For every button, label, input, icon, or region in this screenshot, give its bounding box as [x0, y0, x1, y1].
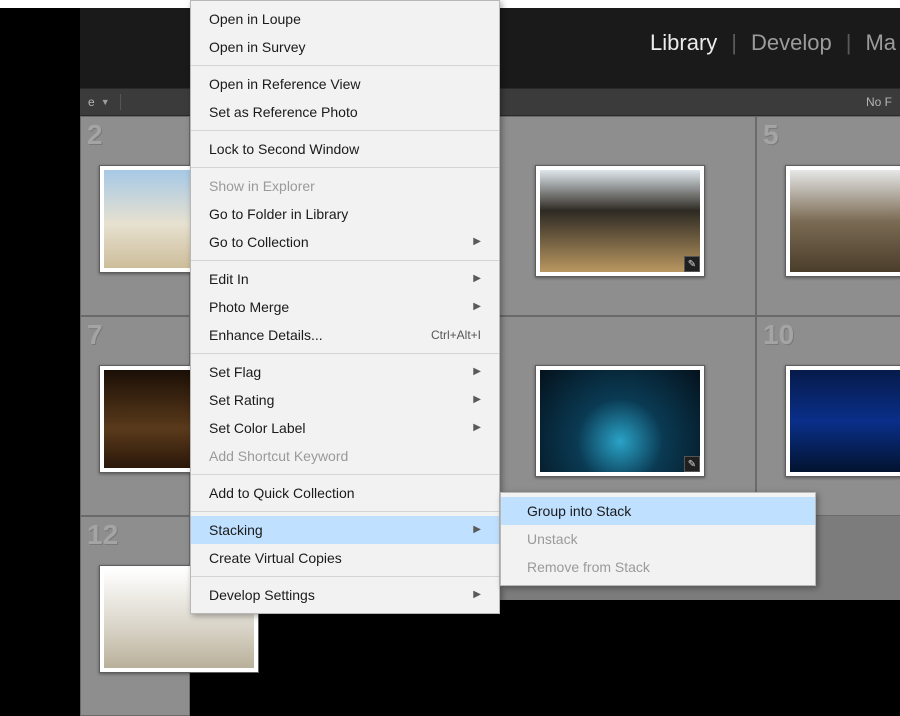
menu-item-edit-in[interactable]: Edit In ▶ — [191, 265, 499, 293]
menu-item-label: Set Flag — [209, 362, 261, 382]
submenu-arrow-icon: ▶ — [473, 269, 481, 289]
stacking-submenu: Group into StackUnstackRemove from Stack — [500, 492, 816, 586]
submenu-arrow-icon: ▶ — [473, 520, 481, 540]
grid-cell[interactable]: 10 — [756, 316, 900, 516]
menu-item-add-shortcut-keyword: Add Shortcut Keyword — [191, 442, 499, 470]
menu-item-go-to-collection[interactable]: Go to Collection ▶ — [191, 228, 499, 256]
submenu-item-remove-from-stack: Remove from Stack — [501, 553, 815, 581]
menu-item-label: Photo Merge — [209, 297, 289, 317]
menu-item-label: Develop Settings — [209, 585, 315, 605]
menu-item-label: Enhance Details... — [209, 325, 323, 345]
menu-separator — [191, 474, 499, 475]
submenu-arrow-icon: ▶ — [473, 297, 481, 317]
thumbnail[interactable]: ✎ — [785, 165, 900, 277]
menu-item-label: Stacking — [209, 520, 263, 540]
grid-cell[interactable]: 2 — [80, 116, 190, 316]
menu-item-label: Show in Explorer — [209, 176, 315, 196]
menu-item-lock-to-second-window[interactable]: Lock to Second Window — [191, 135, 499, 163]
submenu-arrow-icon: ▶ — [473, 362, 481, 382]
menu-item-label: Set Color Label — [209, 418, 306, 438]
menu-separator — [191, 167, 499, 168]
module-tab-develop[interactable]: Develop — [747, 30, 836, 56]
menu-item-label: Open in Loupe — [209, 9, 301, 29]
cell-index: 2 — [87, 119, 103, 151]
submenu-item-group-into-stack[interactable]: Group into Stack — [501, 497, 815, 525]
tab-separator: | — [836, 30, 862, 56]
context-menu: Open in Loupe Open in Survey Open in Refer… — [190, 0, 500, 614]
menu-item-set-rating[interactable]: Set Rating ▶ — [191, 386, 499, 414]
menu-item-label: Open in Survey — [209, 37, 306, 57]
cell-index: 10 — [763, 319, 794, 351]
menu-item-label: Create Virtual Copies — [209, 548, 342, 568]
cell-index: 12 — [87, 519, 118, 551]
grid-cell[interactable]: 12 — [80, 516, 190, 716]
menu-item-label: Add to Quick Collection — [209, 483, 355, 503]
has-develop-settings-icon: ✎ — [684, 456, 700, 472]
menu-separator — [191, 65, 499, 66]
grid-cell[interactable]: 5 ✎ — [756, 116, 900, 316]
menu-item-set-as-reference-photo[interactable]: Set as Reference Photo — [191, 98, 499, 126]
menu-item-set-flag[interactable]: Set Flag ▶ — [191, 358, 499, 386]
menu-separator — [191, 511, 499, 512]
menu-separator — [191, 353, 499, 354]
menu-item-label: Open in Reference View — [209, 74, 361, 94]
menu-item-label: Go to Folder in Library — [209, 204, 348, 224]
menu-item-label: Go to Collection — [209, 232, 309, 252]
menu-item-shortcut: Ctrl+Alt+I — [431, 325, 481, 345]
submenu-item-unstack: Unstack — [501, 525, 815, 553]
menu-item-open-in-loupe[interactable]: Open in Loupe — [191, 5, 499, 33]
grid-cell[interactable]: 7 — [80, 316, 190, 516]
menu-item-create-virtual-copies[interactable]: Create Virtual Copies — [191, 544, 499, 572]
thumbnail-image — [540, 170, 700, 272]
grid-cell[interactable]: ✎ — [486, 316, 756, 516]
toolbar-divider — [120, 94, 121, 110]
submenu-arrow-icon: ▶ — [473, 232, 481, 252]
menu-item-enhance-details[interactable]: Enhance Details... Ctrl+Alt+I — [191, 321, 499, 349]
menu-item-label: Add Shortcut Keyword — [209, 446, 348, 466]
menu-item-label: Set Rating — [209, 390, 274, 410]
dropdown-triangle-icon[interactable]: ▼ — [101, 97, 110, 107]
menu-item-open-in-reference-view[interactable]: Open in Reference View — [191, 70, 499, 98]
has-develop-settings-icon: ✎ — [684, 256, 700, 272]
menu-separator — [191, 260, 499, 261]
menu-item-photo-merge[interactable]: Photo Merge ▶ — [191, 293, 499, 321]
thumbnail-image — [790, 170, 900, 272]
menu-item-go-to-folder-in-library[interactable]: Go to Folder in Library — [191, 200, 499, 228]
menu-item-show-in-explorer: Show in Explorer — [191, 172, 499, 200]
submenu-arrow-icon: ▶ — [473, 390, 481, 410]
menu-separator — [191, 576, 499, 577]
menu-item-stacking[interactable]: Stacking ▶ — [191, 516, 499, 544]
filter-left-fragment: e — [88, 95, 95, 109]
filter-right-fragment: No F — [866, 95, 892, 109]
grid-cell[interactable]: ✎ — [486, 116, 756, 316]
module-tabs: Library | Develop | Ma — [646, 30, 900, 56]
thumbnail-image — [540, 370, 700, 472]
module-tab-library[interactable]: Library — [646, 30, 721, 56]
cell-index: 5 — [763, 119, 779, 151]
thumbnail-image — [790, 370, 900, 472]
menu-item-open-in-survey[interactable]: Open in Survey — [191, 33, 499, 61]
menu-item-label: Lock to Second Window — [209, 139, 359, 159]
thumbnail[interactable]: ✎ — [535, 165, 705, 277]
menu-item-develop-settings[interactable]: Develop Settings ▶ — [191, 581, 499, 609]
submenu-arrow-icon: ▶ — [473, 418, 481, 438]
thumbnail[interactable] — [785, 365, 900, 477]
menu-item-label: Edit In — [209, 269, 249, 289]
tab-separator: | — [721, 30, 747, 56]
submenu-arrow-icon: ▶ — [473, 585, 481, 605]
menu-separator — [191, 130, 499, 131]
thumbnail[interactable]: ✎ — [535, 365, 705, 477]
menu-item-set-color-label[interactable]: Set Color Label ▶ — [191, 414, 499, 442]
module-tab-map-truncated[interactable]: Ma — [861, 30, 900, 56]
cell-index: 7 — [87, 319, 103, 351]
menu-item-add-to-quick-collection[interactable]: Add to Quick Collection — [191, 479, 499, 507]
menu-item-label: Set as Reference Photo — [209, 102, 358, 122]
